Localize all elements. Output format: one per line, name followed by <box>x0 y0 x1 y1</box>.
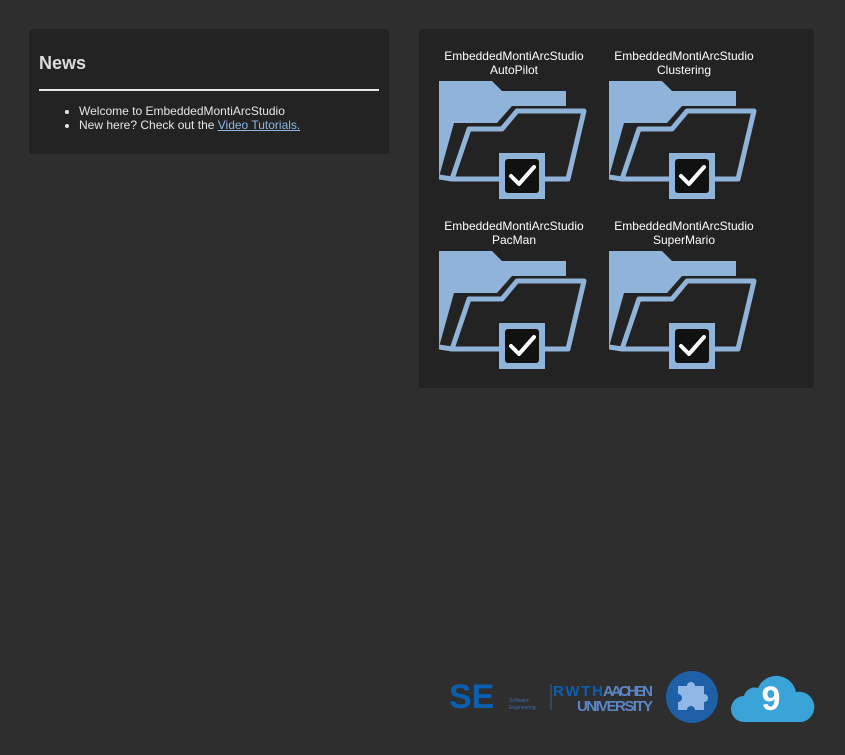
project-supermario[interactable]: EmbeddedMontiArcStudio SuperMario <box>589 199 759 369</box>
news-title: News <box>39 53 87 73</box>
video-tutorials-link[interactable]: Video Tutorials. <box>218 118 301 132</box>
news-item: Welcome to EmbeddedMontiArcStudio <box>79 104 300 118</box>
news-divider <box>39 89 379 91</box>
project-pacman[interactable]: EmbeddedMontiArcStudio PacMan <box>419 199 589 369</box>
se-logo-icon[interactable]: SE Software Engineering <box>449 678 544 714</box>
rwth-logo-icon[interactable]: RWTH AACHEN UNIVERSITY <box>549 680 659 714</box>
project-label-line2: SuperMario <box>652 233 716 247</box>
projects-panel: EmbeddedMontiArcStudio AutoPilot Embedde… <box>419 29 814 388</box>
project-label: EmbeddedMontiArcStudio AutoPilot <box>419 49 609 77</box>
project-label-line2: Clustering <box>656 63 712 77</box>
project-label-line1: EmbeddedMontiArcStudio <box>444 49 584 63</box>
project-label: EmbeddedMontiArcStudio SuperMario <box>589 219 779 247</box>
folder-checked-icon <box>439 251 587 369</box>
se-logo-sub2: Engineering <box>509 705 536 711</box>
news-item-text: Welcome to EmbeddedMontiArcStudio <box>79 104 285 118</box>
folder-checked-icon <box>609 81 757 199</box>
project-label-line2: AutoPilot <box>489 63 539 77</box>
project-label-line2: PacMan <box>491 233 537 247</box>
project-label-line1: EmbeddedMontiArcStudio <box>614 219 754 233</box>
cloud9-logo-text: 9 <box>762 680 781 718</box>
project-label: EmbeddedMontiArcStudio Clustering <box>589 49 779 77</box>
folder-checked-icon <box>609 251 757 369</box>
project-label-line1: EmbeddedMontiArcStudio <box>614 49 754 63</box>
puzzle-logo-icon[interactable] <box>665 670 719 724</box>
folder-checked-icon <box>439 81 587 199</box>
project-clustering[interactable]: EmbeddedMontiArcStudio Clustering <box>589 29 759 199</box>
cloud9-logo-icon[interactable]: 9 <box>730 670 816 724</box>
se-logo-sub1: Software <box>509 698 529 704</box>
se-logo-text: SE <box>449 678 494 714</box>
news-item: New here? Check out the Video Tutorials. <box>79 118 300 132</box>
news-item-text: New here? Check out the <box>79 118 218 132</box>
project-autopilot[interactable]: EmbeddedMontiArcStudio AutoPilot <box>419 29 589 199</box>
university-text: UNIVERSITY <box>577 698 653 714</box>
news-list: Welcome to EmbeddedMontiArcStudio New he… <box>79 104 300 132</box>
news-panel: News Welcome to EmbeddedMontiArcStudio N… <box>29 29 389 154</box>
project-label-line1: EmbeddedMontiArcStudio <box>444 219 584 233</box>
project-label: EmbeddedMontiArcStudio PacMan <box>419 219 609 247</box>
footer-logos: SE Software Engineering RWTH AACHEN UNIV… <box>449 670 819 725</box>
